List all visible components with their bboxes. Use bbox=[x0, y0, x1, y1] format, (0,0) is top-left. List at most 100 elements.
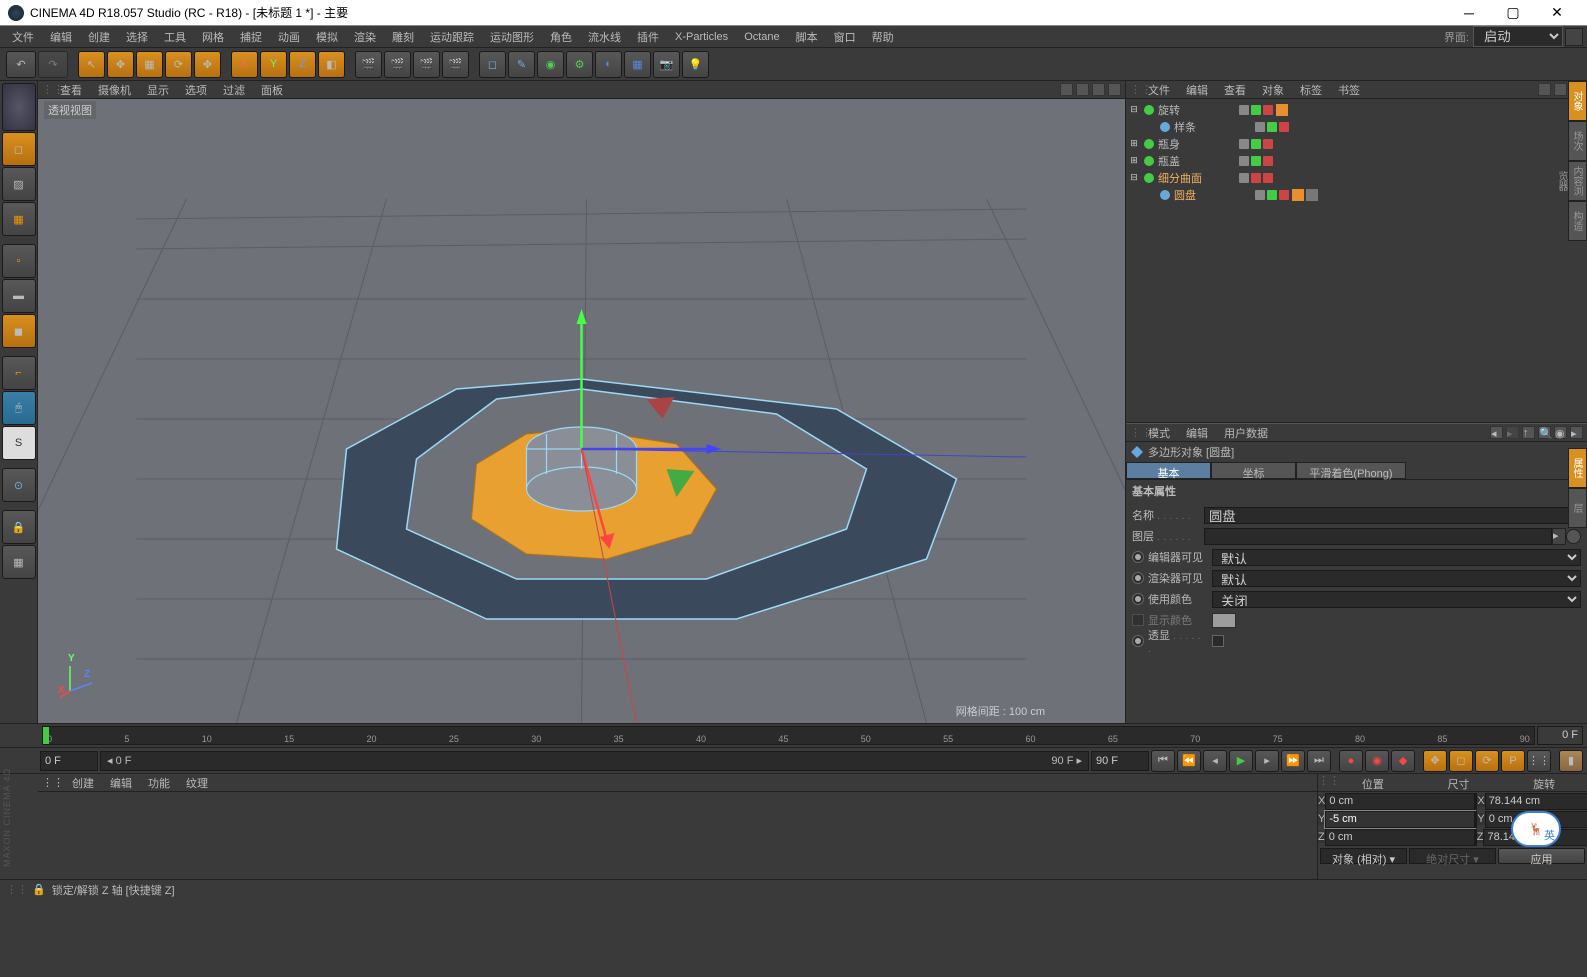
tree-item[interactable]: ⊟细分曲面 bbox=[1128, 169, 1585, 186]
tree-item[interactable]: 圆盘 bbox=[1128, 186, 1585, 203]
menu-mograph[interactable]: 运动图形 bbox=[482, 27, 542, 47]
next-frame-button[interactable]: ▸ bbox=[1255, 750, 1279, 772]
menu-mesh[interactable]: 网格 bbox=[194, 27, 232, 47]
xray-checkbox[interactable] bbox=[1212, 635, 1224, 647]
coord-apply-button[interactable]: 应用 bbox=[1498, 848, 1585, 864]
add-camera[interactable]: 📷 bbox=[653, 51, 680, 78]
menu-simulate[interactable]: 模拟 bbox=[308, 27, 346, 47]
frame-end-input[interactable] bbox=[1091, 751, 1149, 771]
render-picture-viewer[interactable]: 🎬 bbox=[442, 51, 469, 78]
model-mode[interactable]: ◻ bbox=[2, 132, 36, 166]
polygon-mode[interactable]: ◼ bbox=[2, 314, 36, 348]
vp-menu-options[interactable]: 选项 bbox=[177, 82, 215, 98]
menu-xparticles[interactable]: X-Particles bbox=[667, 29, 736, 45]
pos-x-input[interactable] bbox=[1325, 793, 1475, 810]
vp-menu-display[interactable]: 显示 bbox=[139, 82, 177, 98]
rtab-takes[interactable]: 场次 bbox=[1568, 121, 1587, 161]
size-x-input[interactable] bbox=[1485, 793, 1587, 810]
autokey-button[interactable]: ◉ bbox=[1365, 750, 1389, 772]
rtab-layer[interactable]: 层 bbox=[1568, 488, 1587, 528]
layer-input[interactable] bbox=[1204, 528, 1552, 545]
name-input[interactable] bbox=[1204, 507, 1581, 524]
om-menu-objects[interactable]: 对象 bbox=[1254, 82, 1292, 98]
playhead[interactable] bbox=[43, 727, 49, 744]
workplane-mode[interactable]: ▦ bbox=[2, 202, 36, 236]
timeline-range-slider[interactable]: ◂ 0 F90 F ▸ bbox=[100, 751, 1089, 771]
om-menu-edit[interactable]: 编辑 bbox=[1178, 82, 1216, 98]
coord-mode-select[interactable]: 对象 (相对) ▾ bbox=[1320, 848, 1407, 864]
vp-menu-panel[interactable]: 面板 bbox=[253, 82, 291, 98]
menu-sculpt[interactable]: 雕刻 bbox=[384, 27, 422, 47]
vp-menu-filter[interactable]: 过滤 bbox=[215, 82, 253, 98]
tree-item[interactable]: ⊟旋转 bbox=[1128, 101, 1585, 118]
vp-nav-pan-icon[interactable] bbox=[1060, 83, 1073, 96]
tree-item[interactable]: 样条 bbox=[1128, 118, 1585, 135]
edge-mode[interactable]: ▬ bbox=[2, 279, 36, 313]
viewport-perspective[interactable]: 透视视图 网格间距 : 100 cm Y Z X bbox=[38, 99, 1125, 723]
layout-select[interactable]: 启动 bbox=[1473, 26, 1563, 47]
rtab-content[interactable]: 内容浏览器 bbox=[1568, 161, 1587, 201]
render-region[interactable]: 🎬 bbox=[384, 51, 411, 78]
key-pla-button[interactable]: ⋮⋮ bbox=[1527, 750, 1551, 772]
minimize-button[interactable]: ─ bbox=[1447, 1, 1491, 25]
menu-snap[interactable]: 捕捉 bbox=[232, 27, 270, 47]
om-home-icon[interactable] bbox=[1554, 83, 1567, 96]
om-menu-bookmarks[interactable]: 书签 bbox=[1330, 82, 1368, 98]
add-spline[interactable]: ✎ bbox=[508, 51, 535, 78]
render-vis-radio[interactable] bbox=[1132, 572, 1144, 584]
menu-script[interactable]: 脚本 bbox=[788, 27, 826, 47]
add-deformer[interactable]: ⚙ bbox=[566, 51, 593, 78]
menu-select[interactable]: 选择 bbox=[118, 27, 156, 47]
z-axis-lock[interactable]: Z bbox=[289, 51, 316, 78]
add-light[interactable]: 💡 bbox=[682, 51, 709, 78]
am-new-icon[interactable]: ▸ bbox=[1570, 426, 1583, 439]
goto-prev-key-button[interactable]: ⏪ bbox=[1177, 750, 1201, 772]
timeline-scrubber[interactable]: 051015202530354045505560657075808590 bbox=[42, 726, 1535, 745]
last-tool[interactable]: ✥ bbox=[194, 51, 221, 78]
om-menu-file[interactable]: 文件 bbox=[1140, 82, 1178, 98]
xray-radio[interactable] bbox=[1132, 635, 1144, 647]
play-forward-button[interactable]: ▶ bbox=[1229, 750, 1253, 772]
vp-menu-camera[interactable]: 摄像机 bbox=[90, 82, 139, 98]
vp-nav-orbit-icon[interactable] bbox=[1092, 83, 1105, 96]
make-editable[interactable] bbox=[2, 83, 36, 131]
mat-menu-function[interactable]: 功能 bbox=[140, 775, 178, 791]
menu-octane[interactable]: Octane bbox=[736, 29, 787, 45]
key-position-button[interactable]: ✥ bbox=[1423, 750, 1447, 772]
am-menu-userdata[interactable]: 用户数据 bbox=[1216, 425, 1276, 441]
pos-y-input[interactable] bbox=[1325, 811, 1475, 828]
am-menu-mode[interactable]: 模式 bbox=[1140, 425, 1178, 441]
tab-coord[interactable]: 坐标 bbox=[1211, 462, 1296, 479]
goto-start-button[interactable]: ⏮ bbox=[1151, 750, 1175, 772]
goto-end-button[interactable]: ⏭ bbox=[1307, 750, 1331, 772]
ime-indicator[interactable]: 🦌英 bbox=[1511, 811, 1561, 847]
x-axis-lock[interactable]: X bbox=[231, 51, 258, 78]
menu-window[interactable]: 窗口 bbox=[826, 27, 864, 47]
am-menu-edit[interactable]: 编辑 bbox=[1178, 425, 1216, 441]
y-axis-lock[interactable]: Y bbox=[260, 51, 287, 78]
menu-pipeline[interactable]: 流水线 bbox=[580, 27, 629, 47]
axis-mode[interactable]: ⌐ bbox=[2, 356, 36, 390]
editor-vis-radio[interactable] bbox=[1132, 551, 1144, 563]
workplane-align[interactable]: ▦ bbox=[2, 545, 36, 579]
snap-settings[interactable]: ⊙ bbox=[2, 468, 36, 502]
layer-picker-icon[interactable] bbox=[1566, 529, 1581, 544]
object-tree[interactable]: ⊟旋转样条⊞瓶身⊞瓶盖⊟细分曲面圆盘 bbox=[1126, 99, 1587, 422]
add-environment[interactable]: ◐ bbox=[595, 51, 622, 78]
render-settings[interactable]: 🎬 bbox=[413, 51, 440, 78]
pos-z-input[interactable] bbox=[1325, 829, 1475, 846]
layout-search-button[interactable] bbox=[1565, 28, 1583, 46]
vp-nav-zoom-icon[interactable] bbox=[1076, 83, 1089, 96]
render-view[interactable]: 🎬 bbox=[355, 51, 382, 78]
add-floor[interactable]: ▦ bbox=[624, 51, 651, 78]
close-button[interactable]: ✕ bbox=[1535, 1, 1579, 25]
rtab-struct[interactable]: 构造 bbox=[1568, 201, 1587, 241]
key-scale-button[interactable]: ◻ bbox=[1449, 750, 1473, 772]
mat-menu-texture[interactable]: 纹理 bbox=[178, 775, 216, 791]
menu-character[interactable]: 角色 bbox=[542, 27, 580, 47]
om-search-icon[interactable] bbox=[1538, 83, 1551, 96]
mat-menu-create[interactable]: 创建 bbox=[64, 775, 102, 791]
menu-tools[interactable]: 工具 bbox=[156, 27, 194, 47]
vp-maximize-icon[interactable] bbox=[1108, 83, 1121, 96]
keyframe-selection-button[interactable]: ◆ bbox=[1391, 750, 1415, 772]
